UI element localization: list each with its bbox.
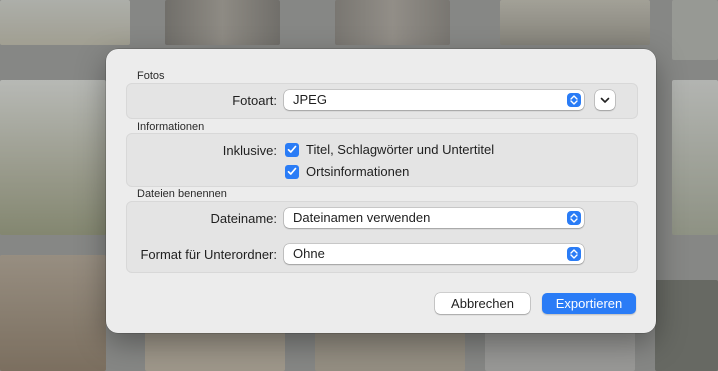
checkbox-location-label: Ortsinformationen <box>306 164 410 179</box>
subfolder-format-label: Format für Unterordner: <box>140 247 277 262</box>
photo-kind-popup[interactable]: JPEG <box>284 90 584 110</box>
chevron-updown-icon <box>567 93 581 107</box>
checkmark-icon <box>287 167 297 175</box>
export-dialog: Fotos Fotoart: JPEG Informationen Inklus… <box>106 49 656 333</box>
chevron-down-icon <box>600 91 610 109</box>
section-title-info: Informationen <box>137 121 205 133</box>
photo-options-button[interactable] <box>595 90 615 110</box>
section-title-photos: Fotos <box>137 70 165 82</box>
include-label: Inklusive: <box>222 143 277 158</box>
subfolder-format-popup[interactable]: Ohne <box>284 244 584 264</box>
chevron-updown-icon <box>567 247 581 261</box>
export-button[interactable]: Exportieren <box>542 293 636 314</box>
section-title-naming: Dateien benennen <box>137 188 227 200</box>
info-group: Inklusive: Titel, Schlagwörter und Unter… <box>126 133 638 187</box>
filename-popup[interactable]: Dateinamen verwenden <box>284 208 584 228</box>
photo-kind-value: JPEG <box>293 92 327 107</box>
photo-kind-label: Fotoart: <box>232 93 277 108</box>
checkmark-icon <box>287 145 297 153</box>
checkbox-row-titles[interactable]: Titel, Schlagwörter und Untertitel <box>285 142 494 157</box>
photos-group: Fotoart: JPEG <box>126 83 638 119</box>
chevron-updown-icon <box>567 211 581 225</box>
naming-group: Dateiname: Dateinamen verwenden Format f… <box>126 201 638 273</box>
filename-label: Dateiname: <box>210 211 277 226</box>
checkbox-row-location[interactable]: Ortsinformationen <box>285 164 409 179</box>
checkbox-location[interactable] <box>285 164 299 179</box>
filename-value: Dateinamen verwenden <box>293 210 431 225</box>
checkbox-titles[interactable] <box>285 142 299 157</box>
checkbox-titles-label: Titel, Schlagwörter und Untertitel <box>306 142 495 157</box>
subfolder-format-value: Ohne <box>293 246 325 261</box>
cancel-button[interactable]: Abbrechen <box>435 293 530 314</box>
